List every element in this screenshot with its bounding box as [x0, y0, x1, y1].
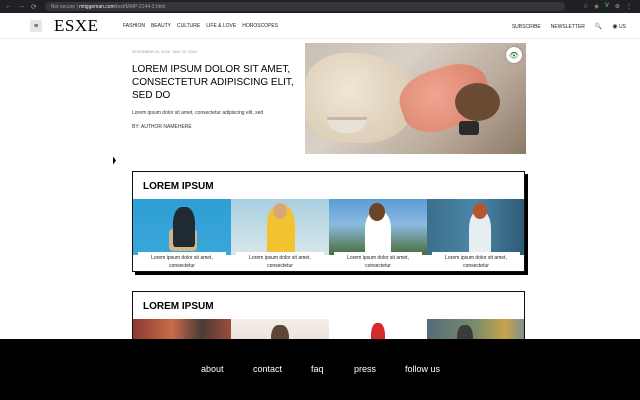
nav-item-fashion[interactable]: FASHION [123, 23, 145, 29]
article-card[interactable]: Lorem ipsum dolor sit amet, consectetur [231, 199, 329, 270]
nav-item-horoscopes[interactable]: HOROSCOPES [242, 23, 278, 29]
featured-title[interactable]: LOREM IPSUM DOLOR SIT AMET, CONSECTETUR … [132, 63, 302, 102]
card-caption: Lorem ipsum dolor sit amet, consectetur [334, 252, 422, 270]
footer-link-press[interactable]: press [354, 364, 376, 374]
site-logo[interactable]: ESXE [54, 16, 99, 36]
featured-summary: Lorem ipsum dolor sit amet, consectetur … [132, 110, 264, 116]
nav-item-life-love[interactable]: LIFE & LOVE [206, 23, 236, 29]
address-bar[interactable]: Not secure | mtiggeman.com /test/MMP-214… [44, 2, 565, 11]
article-card[interactable]: Lorem ipsum dolor sit amet, consectetur [329, 199, 427, 270]
eye-icon[interactable]: 👁 [506, 47, 522, 63]
card-caption: Lorem ipsum dolor sit amet, consectetur [138, 252, 226, 270]
section-title: LOREM IPSUM [143, 301, 214, 312]
card-image [133, 199, 231, 255]
card-caption: Lorem ipsum dolor sit amet, consectetur [432, 252, 520, 270]
section-lorem-ipsum-1: LOREM IPSUM Lorem ipsum dolor sit amet, … [132, 171, 525, 272]
browser-nav: ← → ⟳ [0, 3, 37, 11]
bookmark-star-icon[interactable]: ☆ [583, 3, 588, 10]
extension-v-icon[interactable]: V [605, 3, 609, 10]
article-card[interactable]: Lorem ipsum dolor sit amet, consectetur [133, 199, 231, 270]
hair-shape [455, 83, 500, 121]
search-icon[interactable]: 🔍 [595, 23, 602, 30]
extension-icons: ☆ ◈ V ⊕ ⋮ [583, 3, 632, 10]
region-selector[interactable]: ◉ US [612, 23, 626, 30]
header-actions: SUBSCRIBE NEWSLETTER 🔍 ◉ US [512, 23, 626, 31]
article-card[interactable]: Lorem ipsum dolor sit amet, consectetur [427, 199, 524, 270]
back-icon[interactable]: ← [5, 3, 12, 11]
browser-menu-icon[interactable]: ⋮ [626, 3, 632, 10]
card-image [231, 199, 329, 255]
nav-item-beauty[interactable]: BEAUTY [151, 23, 171, 29]
extension-icon[interactable]: ◈ [594, 3, 599, 10]
card-image [427, 199, 524, 255]
subscribe-link[interactable]: SUBSCRIBE [512, 24, 541, 30]
browser-toolbar: ← → ⟳ Not secure | mtiggeman.com /test/M… [0, 0, 640, 13]
hamburger-menu-icon[interactable]: ≡ [30, 20, 42, 32]
mouse-cursor [113, 156, 116, 166]
featured-image[interactable]: 👁 [305, 43, 526, 154]
footer-link-follow-us[interactable]: follow us [405, 364, 440, 374]
camera-shape [459, 121, 479, 135]
site-footer: about contact faq press follow us [0, 339, 640, 400]
forward-icon[interactable]: → [18, 3, 25, 11]
nav-item-culture[interactable]: CULTURE [177, 23, 200, 29]
site-header: ≡ ESXE FASHION BEAUTY CULTURE LIFE & LOV… [0, 13, 640, 39]
region-label: US [619, 24, 626, 30]
security-label: Not secure [50, 3, 76, 10]
reload-icon[interactable]: ⟳ [31, 3, 37, 11]
url-path: /test/MMP-2144-3.html [114, 3, 166, 10]
footer-link-contact[interactable]: contact [253, 364, 282, 374]
featured-author[interactable]: BY: AUTHOR NAMEHERE [132, 124, 192, 130]
newsletter-link[interactable]: NEWSLETTER [551, 24, 585, 30]
globe-icon: ◉ [612, 24, 618, 30]
primary-nav: FASHION BEAUTY CULTURE LIFE & LOVE HOROS… [123, 23, 278, 29]
featured-meta: NOVEMBER 20, 2018 · MAY 12, 2019 [132, 50, 197, 54]
card-row: Lorem ipsum dolor sit amet, consectetur … [133, 199, 524, 270]
card-caption: Lorem ipsum dolor sit amet, consectetur [236, 252, 324, 270]
footer-link-about[interactable]: about [201, 364, 224, 374]
card-image [329, 199, 427, 255]
extensions-puzzle-icon[interactable]: ⊕ [615, 3, 620, 10]
url-host: mtiggeman.com [79, 3, 115, 10]
section-title: LOREM IPSUM [143, 181, 214, 192]
footer-link-faq[interactable]: faq [311, 364, 324, 374]
